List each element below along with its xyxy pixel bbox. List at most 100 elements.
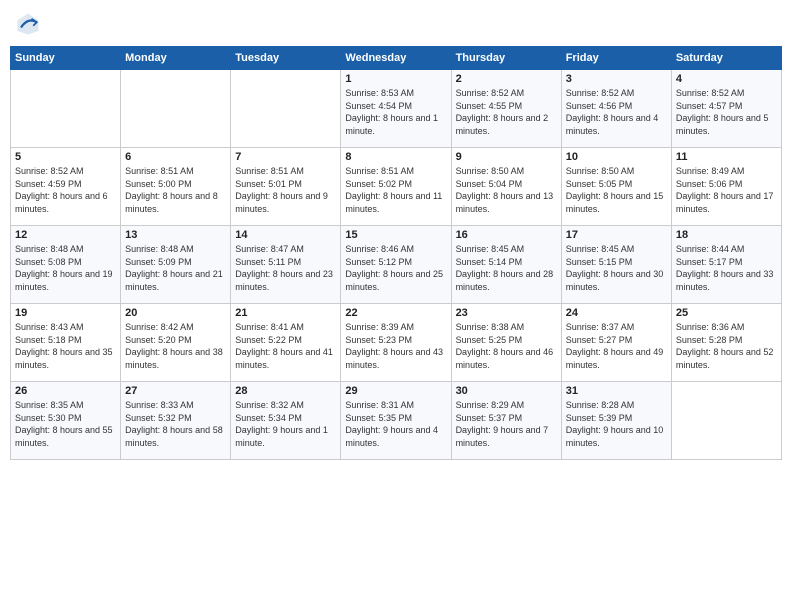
day-number: 17 [566,229,667,241]
calendar-cell: 6 Sunrise: 8:51 AM Sunset: 5:00 PM Daylig… [121,148,231,226]
cell-text: Sunrise: 8:36 AM Sunset: 5:28 PM Dayligh… [676,321,777,371]
calendar-cell: 11Sunrise: 8:49 AM Sunset: 5:06 PM Dayli… [671,148,781,226]
cell-text: Sunrise: 8:51 AM Sunset: 5:01 PM Dayligh… [235,165,336,215]
cell-text: Sunrise: 8:52 AM Sunset: 4:56 PM Dayligh… [566,87,667,137]
cell-text: Sunrise: 8:50 AM Sunset: 5:04 PM Dayligh… [456,165,557,215]
weekday-header-thursday: Thursday [451,47,561,70]
cell-text: Sunrise: 8:48 AM Sunset: 5:09 PM Dayligh… [125,243,226,293]
cell-text: Sunrise: 8:32 AM Sunset: 5:34 PM Dayligh… [235,399,336,449]
day-number: 28 [235,385,336,397]
cell-text: Sunrise: 8:37 AM Sunset: 5:27 PM Dayligh… [566,321,667,371]
day-number: 16 [456,229,557,241]
logo [14,10,46,38]
calendar-cell: 25 Sunrise: 8:36 AM Sunset: 5:28 PM Dayli… [671,304,781,382]
day-number: 20 [125,307,226,319]
calendar-cell: 21 Sunrise: 8:41 AM Sunset: 5:22 PM Dayli… [231,304,341,382]
calendar-cell [11,70,121,148]
calendar-week-4: 19Sunrise: 8:43 AM Sunset: 5:18 PM Dayli… [11,304,782,382]
calendar-cell: 27 Sunrise: 8:33 AM Sunset: 5:32 PM Dayli… [121,382,231,460]
day-number: 9 [456,151,557,163]
day-number: 4 [676,73,777,85]
cell-text: Sunrise: 8:45 AM Sunset: 5:14 PM Dayligh… [456,243,557,293]
cell-text: Sunrise: 8:52 AM Sunset: 4:59 PM Dayligh… [15,165,116,215]
page: SundayMondayTuesdayWednesdayThursdayFrid… [0,0,792,612]
calendar-cell: 19Sunrise: 8:43 AM Sunset: 5:18 PM Dayli… [11,304,121,382]
calendar-cell [671,382,781,460]
calendar-cell: 29 Sunrise: 8:31 AM Sunset: 5:35 PM Dayli… [341,382,451,460]
day-number: 31 [566,385,667,397]
calendar-cell: 28 Sunrise: 8:32 AM Sunset: 5:34 PM Dayli… [231,382,341,460]
calendar-cell: 24 Sunrise: 8:37 AM Sunset: 5:27 PM Dayli… [561,304,671,382]
cell-text: Sunrise: 8:28 AM Sunset: 5:39 PM Dayligh… [566,399,667,449]
weekday-header-wednesday: Wednesday [341,47,451,70]
cell-text: Sunrise: 8:35 AM Sunset: 5:30 PM Dayligh… [15,399,116,449]
day-number: 1 [345,73,446,85]
calendar-cell: 16 Sunrise: 8:45 AM Sunset: 5:14 PM Dayli… [451,226,561,304]
cell-text: Sunrise: 8:51 AM Sunset: 5:02 PM Dayligh… [345,165,446,215]
calendar-cell [231,70,341,148]
calendar-cell: 8 Sunrise: 8:51 AM Sunset: 5:02 PM Daylig… [341,148,451,226]
cell-text: Sunrise: 8:41 AM Sunset: 5:22 PM Dayligh… [235,321,336,371]
logo-icon [14,10,42,38]
calendar-cell: 5 Sunrise: 8:52 AM Sunset: 4:59 PM Daylig… [11,148,121,226]
day-number: 24 [566,307,667,319]
cell-text: Sunrise: 8:53 AM Sunset: 4:54 PM Dayligh… [345,87,446,137]
day-number: 29 [345,385,446,397]
day-number: 13 [125,229,226,241]
day-number: 12 [15,229,116,241]
weekday-header-monday: Monday [121,47,231,70]
day-number: 8 [345,151,446,163]
cell-text: Sunrise: 8:45 AM Sunset: 5:15 PM Dayligh… [566,243,667,293]
cell-text: Sunrise: 8:52 AM Sunset: 4:57 PM Dayligh… [676,87,777,137]
calendar-cell: 22 Sunrise: 8:39 AM Sunset: 5:23 PM Dayli… [341,304,451,382]
calendar-cell: 2 Sunrise: 8:52 AM Sunset: 4:55 PM Daylig… [451,70,561,148]
day-number: 21 [235,307,336,319]
calendar-cell: 10Sunrise: 8:50 AM Sunset: 5:05 PM Dayli… [561,148,671,226]
cell-text: Sunrise: 8:39 AM Sunset: 5:23 PM Dayligh… [345,321,446,371]
calendar-week-5: 26 Sunrise: 8:35 AM Sunset: 5:30 PM Dayli… [11,382,782,460]
day-number: 5 [15,151,116,163]
cell-text: Sunrise: 8:52 AM Sunset: 4:55 PM Dayligh… [456,87,557,137]
calendar-cell: 30 Sunrise: 8:29 AM Sunset: 5:37 PM Dayli… [451,382,561,460]
day-number: 3 [566,73,667,85]
calendar-week-1: 1 Sunrise: 8:53 AM Sunset: 4:54 PM Daylig… [11,70,782,148]
calendar-week-2: 5 Sunrise: 8:52 AM Sunset: 4:59 PM Daylig… [11,148,782,226]
calendar-cell: 7 Sunrise: 8:51 AM Sunset: 5:01 PM Daylig… [231,148,341,226]
calendar-cell: 13 Sunrise: 8:48 AM Sunset: 5:09 PM Dayli… [121,226,231,304]
day-number: 18 [676,229,777,241]
cell-text: Sunrise: 8:44 AM Sunset: 5:17 PM Dayligh… [676,243,777,293]
weekday-header-row: SundayMondayTuesdayWednesdayThursdayFrid… [11,47,782,70]
day-number: 22 [345,307,446,319]
calendar-cell: 1 Sunrise: 8:53 AM Sunset: 4:54 PM Daylig… [341,70,451,148]
calendar-cell [121,70,231,148]
day-number: 23 [456,307,557,319]
calendar-cell: 20 Sunrise: 8:42 AM Sunset: 5:20 PM Dayli… [121,304,231,382]
calendar-cell: 14Sunrise: 8:47 AM Sunset: 5:11 PM Dayli… [231,226,341,304]
cell-text: Sunrise: 8:42 AM Sunset: 5:20 PM Dayligh… [125,321,226,371]
cell-text: Sunrise: 8:31 AM Sunset: 5:35 PM Dayligh… [345,399,446,449]
weekday-header-saturday: Saturday [671,47,781,70]
calendar-cell: 18 Sunrise: 8:44 AM Sunset: 5:17 PM Dayli… [671,226,781,304]
calendar-cell: 3 Sunrise: 8:52 AM Sunset: 4:56 PM Daylig… [561,70,671,148]
day-number: 30 [456,385,557,397]
calendar-cell: 4 Sunrise: 8:52 AM Sunset: 4:57 PM Daylig… [671,70,781,148]
calendar-table: SundayMondayTuesdayWednesdayThursdayFrid… [10,46,782,460]
day-number: 2 [456,73,557,85]
day-number: 26 [15,385,116,397]
cell-text: Sunrise: 8:48 AM Sunset: 5:08 PM Dayligh… [15,243,116,293]
cell-text: Sunrise: 8:33 AM Sunset: 5:32 PM Dayligh… [125,399,226,449]
day-number: 6 [125,151,226,163]
day-number: 25 [676,307,777,319]
day-number: 7 [235,151,336,163]
cell-text: Sunrise: 8:38 AM Sunset: 5:25 PM Dayligh… [456,321,557,371]
cell-text: Sunrise: 8:51 AM Sunset: 5:00 PM Dayligh… [125,165,226,215]
cell-text: Sunrise: 8:29 AM Sunset: 5:37 PM Dayligh… [456,399,557,449]
calendar-cell: 12 Sunrise: 8:48 AM Sunset: 5:08 PM Dayli… [11,226,121,304]
calendar-cell: 26 Sunrise: 8:35 AM Sunset: 5:30 PM Dayli… [11,382,121,460]
day-number: 27 [125,385,226,397]
cell-text: Sunrise: 8:43 AM Sunset: 5:18 PM Dayligh… [15,321,116,371]
day-number: 14 [235,229,336,241]
calendar-cell: 9 Sunrise: 8:50 AM Sunset: 5:04 PM Daylig… [451,148,561,226]
calendar-week-3: 12 Sunrise: 8:48 AM Sunset: 5:08 PM Dayli… [11,226,782,304]
day-number: 11 [676,151,777,163]
